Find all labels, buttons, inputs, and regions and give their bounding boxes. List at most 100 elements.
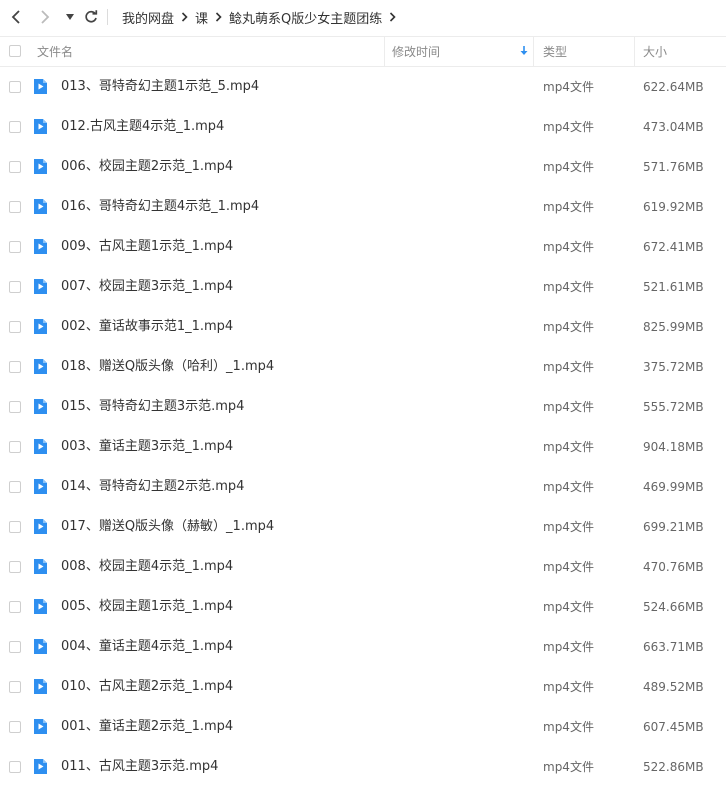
file-row[interactable]: 011、古风主题3示范.mp4 mp4文件 522.86MB [0,747,726,787]
row-checkbox[interactable] [9,641,21,653]
row-checkbox[interactable] [9,161,21,173]
file-type: mp4文件 [543,240,594,254]
column-divider[interactable] [384,37,385,66]
file-row[interactable]: 008、校园主题4示范_1.mp4 mp4文件 470.76MB [0,547,726,587]
back-button[interactable] [7,8,25,26]
file-name[interactable]: 003、童话主题3示范_1.mp4 [61,427,233,467]
file-name[interactable]: 006、校园主题2示范_1.mp4 [61,147,233,187]
video-file-icon [34,79,47,94]
row-checkbox[interactable] [9,281,21,293]
file-name[interactable]: 004、童话主题4示范_1.mp4 [61,627,233,667]
row-checkbox[interactable] [9,321,21,333]
breadcrumb-item-current[interactable]: 鲶丸萌系Q版少女主题团练 [229,8,382,27]
file-size: 375.72MB [643,360,704,374]
file-size: 622.64MB [643,80,704,94]
file-size: 522.86MB [643,760,704,774]
file-row[interactable]: 007、校园主题3示范_1.mp4 mp4文件 521.61MB [0,267,726,307]
file-row[interactable]: 012.古风主题4示范_1.mp4 mp4文件 473.04MB [0,107,726,147]
file-name[interactable]: 013、哥特奇幻主题1示范_5.mp4 [61,67,259,107]
file-row[interactable]: 005、校园主题1示范_1.mp4 mp4文件 524.66MB [0,587,726,627]
file-row[interactable]: 016、哥特奇幻主题4示范_1.mp4 mp4文件 619.92MB [0,187,726,227]
row-checkbox[interactable] [9,361,21,373]
file-row[interactable]: 015、哥特奇幻主题3示范.mp4 mp4文件 555.72MB [0,387,726,427]
row-checkbox[interactable] [9,521,21,533]
file-row[interactable]: 001、童话主题2示范_1.mp4 mp4文件 607.45MB [0,707,726,747]
column-header-name[interactable]: 文件名 [37,37,73,66]
file-row[interactable]: 014、哥特奇幻主题2示范.mp4 mp4文件 469.99MB [0,467,726,507]
file-size: 619.92MB [643,200,704,214]
row-checkbox[interactable] [9,721,21,733]
row-checkbox[interactable] [9,601,21,613]
file-name[interactable]: 005、校园主题1示范_1.mp4 [61,587,233,627]
video-file-icon [34,719,47,734]
file-name[interactable]: 011、古风主题3示范.mp4 [61,747,218,787]
file-row[interactable]: 010、古风主题2示范_1.mp4 mp4文件 489.52MB [0,667,726,707]
file-type: mp4文件 [543,120,594,134]
file-name[interactable]: 015、哥特奇幻主题3示范.mp4 [61,387,244,427]
file-name[interactable]: 018、赠送Q版头像（哈利）_1.mp4 [61,347,274,387]
video-file-icon [34,119,47,134]
file-size: 699.21MB [643,520,704,534]
file-row[interactable]: 004、童话主题4示范_1.mp4 mp4文件 663.71MB [0,627,726,667]
video-file-icon [34,399,47,414]
file-size: 473.04MB [643,120,704,134]
select-all-checkbox[interactable] [9,45,21,57]
file-name[interactable]: 009、古风主题1示范_1.mp4 [61,227,233,267]
row-checkbox[interactable] [9,121,21,133]
row-checkbox[interactable] [9,401,21,413]
row-checkbox[interactable] [9,561,21,573]
file-name[interactable]: 012.古风主题4示范_1.mp4 [61,107,224,147]
video-file-icon [34,759,47,774]
file-row[interactable]: 017、赠送Q版头像（赫敏）_1.mp4 mp4文件 699.21MB [0,507,726,547]
file-row[interactable]: 018、赠送Q版头像（哈利）_1.mp4 mp4文件 375.72MB [0,347,726,387]
file-size: 489.52MB [643,680,704,694]
file-row[interactable]: 006、校园主题2示范_1.mp4 mp4文件 571.76MB [0,147,726,187]
file-size: 663.71MB [643,640,704,654]
sort-down-icon [520,46,528,55]
video-file-icon [34,679,47,694]
row-checkbox[interactable] [9,81,21,93]
video-file-icon [34,319,47,334]
row-checkbox[interactable] [9,681,21,693]
file-type: mp4文件 [543,200,594,214]
file-row[interactable]: 002、童话故事示范1_1.mp4 mp4文件 825.99MB [0,307,726,347]
file-type: mp4文件 [543,320,594,334]
column-divider[interactable] [634,37,635,66]
file-type: mp4文件 [543,80,594,94]
file-row[interactable]: 003、童话主题3示范_1.mp4 mp4文件 904.18MB [0,427,726,467]
file-list: 013、哥特奇幻主题1示范_5.mp4 mp4文件 622.64MB 012.古风主题… [0,67,726,787]
file-size: 904.18MB [643,440,704,454]
row-checkbox[interactable] [9,481,21,493]
file-name[interactable]: 014、哥特奇幻主题2示范.mp4 [61,467,244,507]
breadcrumb-item-folder[interactable]: 课 [195,8,208,27]
file-size: 825.99MB [643,320,704,334]
file-name[interactable]: 008、校园主题4示范_1.mp4 [61,547,233,587]
file-name[interactable]: 016、哥特奇幻主题4示范_1.mp4 [61,187,259,227]
row-checkbox[interactable] [9,201,21,213]
file-row[interactable]: 013、哥特奇幻主题1示范_5.mp4 mp4文件 622.64MB [0,67,726,107]
file-name[interactable]: 007、校园主题3示范_1.mp4 [61,267,233,307]
toolbar: 我的网盘 课 鲶丸萌系Q版少女主题团练 [0,0,726,34]
chevron-right-icon[interactable] [389,12,396,22]
breadcrumb-item-root[interactable]: 我的网盘 [122,8,174,27]
column-header-modified[interactable]: 修改时间 [392,37,440,66]
forward-button[interactable] [36,8,54,26]
column-header-type[interactable]: 类型 [543,37,567,66]
refresh-button[interactable] [82,8,100,26]
file-type: mp4文件 [543,560,594,574]
file-size: 571.76MB [643,160,704,174]
file-size: 555.72MB [643,400,704,414]
history-dropdown-button[interactable] [61,8,79,26]
file-row[interactable]: 009、古风主题1示范_1.mp4 mp4文件 672.41MB [0,227,726,267]
column-header-size[interactable]: 大小 [643,37,667,66]
row-checkbox[interactable] [9,241,21,253]
column-divider[interactable] [533,37,534,66]
file-name[interactable]: 001、童话主题2示范_1.mp4 [61,707,233,747]
video-file-icon [34,599,47,614]
row-checkbox[interactable] [9,761,21,773]
file-name[interactable]: 010、古风主题2示范_1.mp4 [61,667,233,707]
file-name[interactable]: 002、童话故事示范1_1.mp4 [61,307,233,347]
file-name[interactable]: 017、赠送Q版头像（赫敏）_1.mp4 [61,507,274,547]
row-checkbox[interactable] [9,441,21,453]
file-size: 469.99MB [643,480,704,494]
